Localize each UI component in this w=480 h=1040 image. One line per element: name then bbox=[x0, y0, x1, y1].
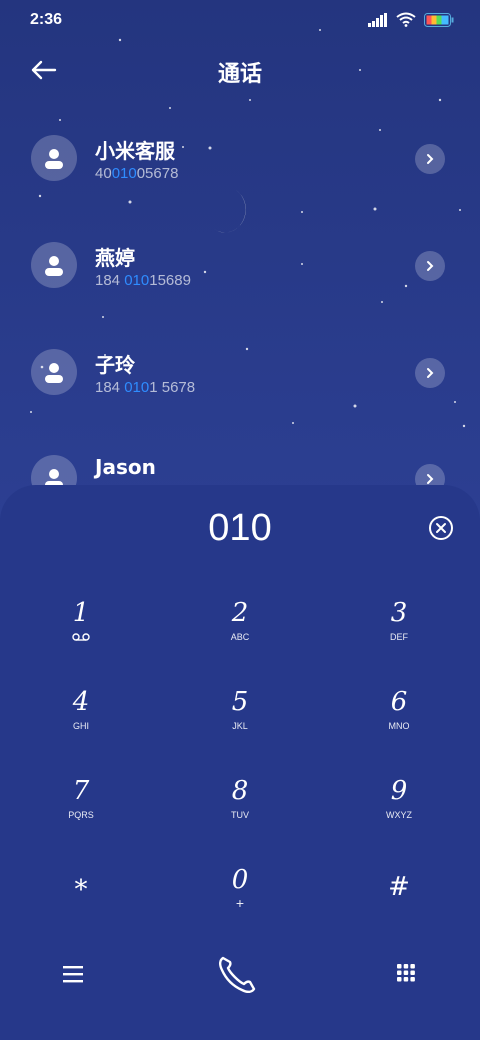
key-digit: 9 bbox=[390, 776, 408, 806]
clear-button[interactable] bbox=[428, 515, 454, 541]
chevron-right-icon bbox=[427, 154, 434, 164]
contact-name: 小米客服 bbox=[95, 139, 175, 163]
phone-icon bbox=[219, 956, 256, 993]
key-9[interactable]: 9 WXYZ bbox=[329, 776, 469, 856]
contact-avatar bbox=[31, 242, 77, 288]
key-4[interactable]: 4 GHI bbox=[11, 687, 151, 767]
person-icon bbox=[45, 149, 63, 169]
key-digit: 3 bbox=[390, 598, 408, 628]
key-6[interactable]: 6 MNO bbox=[329, 687, 469, 767]
key-hash[interactable]: # bbox=[329, 872, 469, 952]
menu-icon bbox=[63, 966, 83, 983]
chevron-right-icon bbox=[427, 368, 434, 378]
battery-icon bbox=[424, 12, 454, 27]
key-0[interactable]: 0 + bbox=[170, 865, 310, 945]
contact-detail-button[interactable] bbox=[415, 251, 445, 281]
keypad-icon bbox=[397, 964, 415, 982]
key-digit: 1 bbox=[72, 598, 90, 628]
key-5[interactable]: 5 JKL bbox=[170, 687, 310, 767]
key-digit: 8 bbox=[231, 776, 249, 806]
chevron-right-icon bbox=[427, 474, 434, 484]
status-time: 2:36 bbox=[30, 11, 63, 28]
key-digit: # bbox=[388, 872, 410, 902]
key-letters: ABC bbox=[230, 632, 250, 642]
header: 通话 bbox=[0, 50, 480, 90]
call-button[interactable] bbox=[215, 952, 259, 996]
page-title: 通话 bbox=[217, 62, 262, 87]
key-letters: JKL bbox=[232, 721, 248, 731]
key-letters: TUV bbox=[231, 810, 249, 820]
contact-name: 燕婷 bbox=[95, 246, 135, 270]
contact-avatar bbox=[31, 349, 77, 395]
key-letters: GHI bbox=[72, 721, 89, 731]
contact-name: Jason bbox=[95, 455, 156, 479]
key-2[interactable]: 2 ABC bbox=[170, 598, 310, 678]
dialed-number: 010 bbox=[208, 507, 272, 549]
person-icon bbox=[45, 256, 63, 276]
status-icons bbox=[368, 12, 454, 27]
contact-avatar bbox=[31, 135, 77, 181]
contact-name: 子玲 bbox=[95, 353, 135, 377]
key-digit: 0 bbox=[231, 865, 249, 895]
key-letters: + bbox=[235, 895, 245, 911]
key-1[interactable]: 1 bbox=[11, 598, 151, 678]
key-letters: DEF bbox=[390, 632, 408, 642]
status-bar: 2:36 bbox=[0, 0, 480, 42]
menu-button[interactable] bbox=[51, 952, 95, 996]
key-digit: * bbox=[74, 875, 88, 905]
contact-detail-button[interactable] bbox=[415, 358, 445, 388]
key-star[interactable]: * bbox=[11, 875, 151, 955]
person-icon bbox=[45, 363, 63, 383]
keypad-button[interactable] bbox=[384, 952, 428, 996]
contact-number: 4001005678 bbox=[95, 165, 179, 182]
contact-number: 184 0101 5678 bbox=[95, 379, 196, 396]
key-letters: WXYZ bbox=[386, 810, 412, 820]
key-3[interactable]: 3 DEF bbox=[329, 598, 469, 678]
contact-item[interactable]: 小米客服 4001005678 bbox=[0, 135, 480, 215]
wifi-icon bbox=[396, 12, 416, 27]
contact-detail-button[interactable] bbox=[415, 144, 445, 174]
key-digit: 6 bbox=[390, 687, 408, 717]
contact-number: 184 01015689 bbox=[95, 272, 191, 289]
key-letters: MNO bbox=[388, 721, 410, 731]
key-digit: 7 bbox=[72, 776, 90, 806]
contact-item[interactable]: 燕婷 184 01015689 bbox=[0, 242, 480, 322]
key-8[interactable]: 8 TUV bbox=[170, 776, 310, 856]
key-digit: 2 bbox=[231, 598, 249, 628]
key-letters: PQRS bbox=[68, 810, 94, 820]
key-7[interactable]: 7 PQRS bbox=[11, 776, 151, 856]
dialer-panel: 010 1 2 ABC 3 DEF 4 GHI 5 JKL 6 MNO 7 PQ… bbox=[0, 485, 480, 1040]
signal-icon bbox=[368, 12, 387, 27]
key-digit: 5 bbox=[231, 687, 249, 717]
voicemail-icon bbox=[11, 632, 151, 644]
contact-item[interactable]: 子玲 184 0101 5678 bbox=[0, 349, 480, 429]
key-digit: 4 bbox=[72, 687, 90, 717]
clear-icon bbox=[429, 516, 453, 540]
chevron-right-icon bbox=[427, 261, 434, 271]
